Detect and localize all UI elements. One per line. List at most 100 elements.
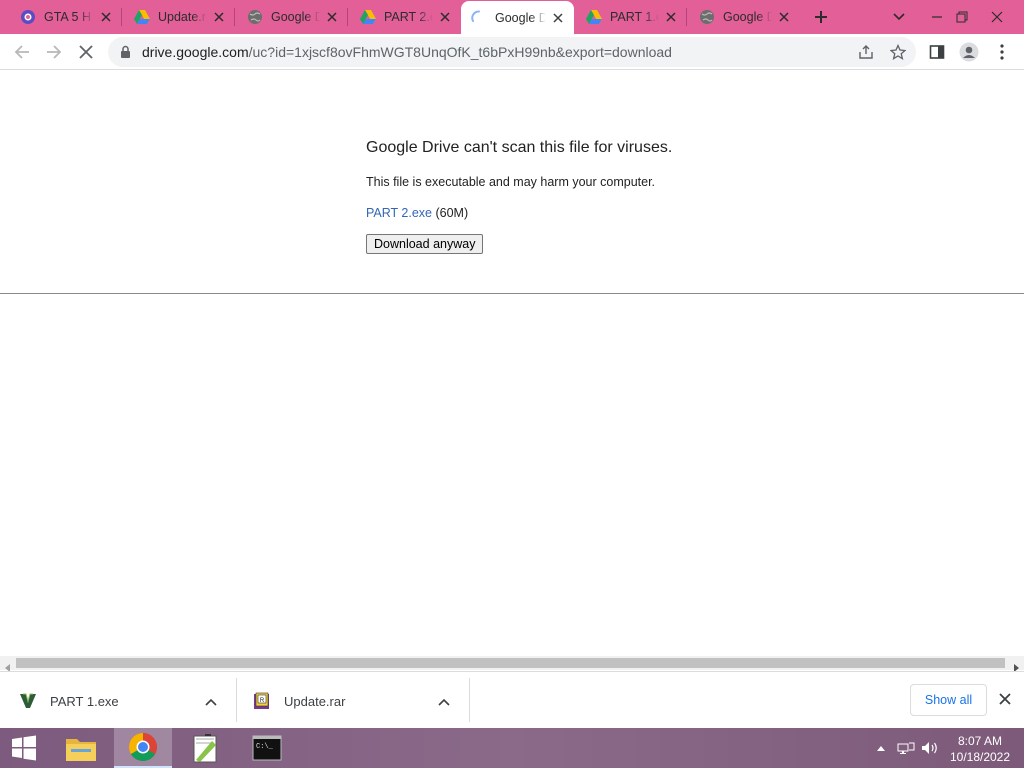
url-path: /uc?id=1xjscf8ovFhmWGT8UnqOfK_t6bPxH99nb…: [248, 44, 672, 60]
tab-google-drive-active[interactable]: Google D: [461, 1, 574, 34]
close-icon[interactable]: [211, 9, 227, 25]
horizontal-scrollbar[interactable]: [0, 656, 1024, 672]
download-filename: PART 1.exe: [50, 693, 119, 709]
google-drive-icon: [134, 9, 150, 25]
page-title: Google Drive can't scan this file for vi…: [366, 139, 673, 156]
system-clock[interactable]: 8:07 AM 10/18/2022: [942, 733, 1018, 765]
winrar-icon: R: [252, 691, 272, 711]
kebab-menu-icon: [1000, 44, 1004, 60]
google-drive-icon: [360, 9, 376, 25]
browser-toolbar: drive.google.com/uc?id=1xjscf8ovFhmWGT8U…: [0, 34, 1024, 70]
download-item-update[interactable]: R Update.rar: [252, 678, 470, 724]
tab-gta5[interactable]: GTA 5 H: [0, 0, 122, 34]
google-drive-icon: [586, 9, 602, 25]
gta-icon: [20, 9, 36, 25]
new-tab-button[interactable]: [806, 0, 836, 34]
chrome-icon[interactable]: [114, 728, 172, 768]
forward-button[interactable]: [38, 36, 70, 68]
page-content: Google Drive can't scan this file for vi…: [0, 71, 1024, 656]
network-icon[interactable]: [896, 728, 916, 768]
notepad-plus-plus-icon[interactable]: [176, 728, 234, 768]
tab-part1[interactable]: PART 1.e: [574, 0, 687, 34]
virus-scan-warning: Google Drive can't scan this file for vi…: [366, 139, 766, 254]
tab-search-button[interactable]: [884, 0, 914, 34]
tab-title: PART 2.e: [384, 10, 433, 24]
tab-part2[interactable]: PART 2.e: [348, 0, 461, 34]
divider: [0, 293, 1024, 294]
globe-icon: [699, 9, 715, 25]
close-icon[interactable]: [324, 9, 340, 25]
minimize-icon: [932, 16, 942, 18]
file-explorer-icon[interactable]: [52, 728, 110, 768]
warning-message: This file is executable and may harm you…: [366, 175, 656, 189]
gta-v-icon: [18, 691, 38, 711]
close-icon[interactable]: [437, 9, 453, 25]
close-icon: [991, 11, 1003, 23]
chevron-up-icon[interactable]: [438, 693, 454, 709]
back-button[interactable]: [6, 36, 38, 68]
chevron-down-icon: [893, 13, 905, 21]
file-info: PART 2.exe (60M): [366, 206, 766, 220]
loading-spinner-icon: [471, 10, 487, 26]
svg-text:C:\_: C:\_: [256, 743, 274, 751]
address-bar[interactable]: drive.google.com/uc?id=1xjscf8ovFhmWGT8U…: [108, 37, 916, 67]
download-shelf: PART 1.exe R Update.rar Show all: [0, 671, 1024, 728]
share-icon[interactable]: [858, 44, 874, 60]
download-filename: Update.rar: [284, 693, 346, 709]
chevron-up-icon: [877, 746, 885, 751]
tab-strip: GTA 5 H Update.r Google D PART 2.e Googl…: [0, 0, 1024, 34]
lock-icon[interactable]: [120, 45, 131, 64]
side-panel-icon: [929, 45, 945, 59]
scroll-right-arrow-icon[interactable]: [1012, 659, 1020, 672]
restore-button[interactable]: [947, 0, 977, 34]
download-item-part1[interactable]: PART 1.exe: [18, 678, 236, 724]
close-icon[interactable]: [663, 9, 679, 25]
close-icon[interactable]: [550, 10, 566, 26]
star-icon[interactable]: [889, 43, 907, 60]
close-window-button[interactable]: [982, 0, 1012, 34]
download-separator: [469, 678, 470, 722]
arrow-right-icon: [47, 45, 62, 59]
tab-google-drive-2[interactable]: Google D: [687, 0, 800, 34]
plus-icon: [815, 11, 827, 23]
tab-google-drive-1[interactable]: Google D: [235, 0, 348, 34]
url-text[interactable]: drive.google.com/uc?id=1xjscf8ovFhmWGT8U…: [142, 44, 672, 60]
svg-text:R: R: [260, 698, 265, 704]
scrollbar-thumb[interactable]: [16, 658, 1005, 668]
close-icon[interactable]: [776, 9, 792, 25]
restore-icon: [956, 11, 968, 23]
download-anyway-button[interactable]: Download anyway: [366, 234, 484, 254]
clock-time: 8:07 AM: [957, 734, 1003, 748]
chevron-up-icon[interactable]: [205, 693, 221, 709]
globe-icon: [247, 9, 263, 25]
tab-title: Google D: [495, 10, 546, 25]
avatar-icon: [959, 42, 979, 62]
stop-loading-button[interactable]: [70, 36, 102, 68]
tab-update-rar[interactable]: Update.r: [122, 0, 235, 34]
profile-button[interactable]: [953, 36, 985, 68]
side-panel-button[interactable]: [921, 36, 953, 68]
start-button[interactable]: [0, 728, 48, 768]
file-size: (60M): [432, 206, 469, 220]
arrow-left-icon: [14, 45, 29, 59]
tab-title: Google D: [723, 10, 772, 24]
file-link[interactable]: PART 2.exe: [366, 206, 432, 220]
tab-title: Google D: [271, 10, 320, 24]
close-icon[interactable]: [98, 9, 114, 25]
scroll-left-arrow-icon[interactable]: [4, 659, 12, 672]
tab-title: GTA 5 H: [44, 10, 92, 24]
volume-icon[interactable]: [920, 728, 940, 768]
clock-date: 10/18/2022: [949, 750, 1011, 764]
close-icon[interactable]: [998, 692, 1014, 708]
tab-title: PART 1.e: [610, 10, 659, 24]
show-hidden-icons-button[interactable]: [874, 728, 888, 768]
windows-logo-icon: [12, 735, 36, 761]
show-all-button[interactable]: Show all: [910, 684, 987, 716]
stop-icon: [79, 45, 93, 59]
url-host: drive.google.com: [142, 44, 249, 60]
download-separator: [236, 678, 237, 722]
command-prompt-icon[interactable]: C:\_: [238, 728, 296, 768]
tab-title: Update.r: [158, 10, 206, 24]
menu-button[interactable]: [986, 36, 1018, 68]
taskbar: C:\_ 8:07 AM 10/18/2022: [0, 728, 1024, 768]
